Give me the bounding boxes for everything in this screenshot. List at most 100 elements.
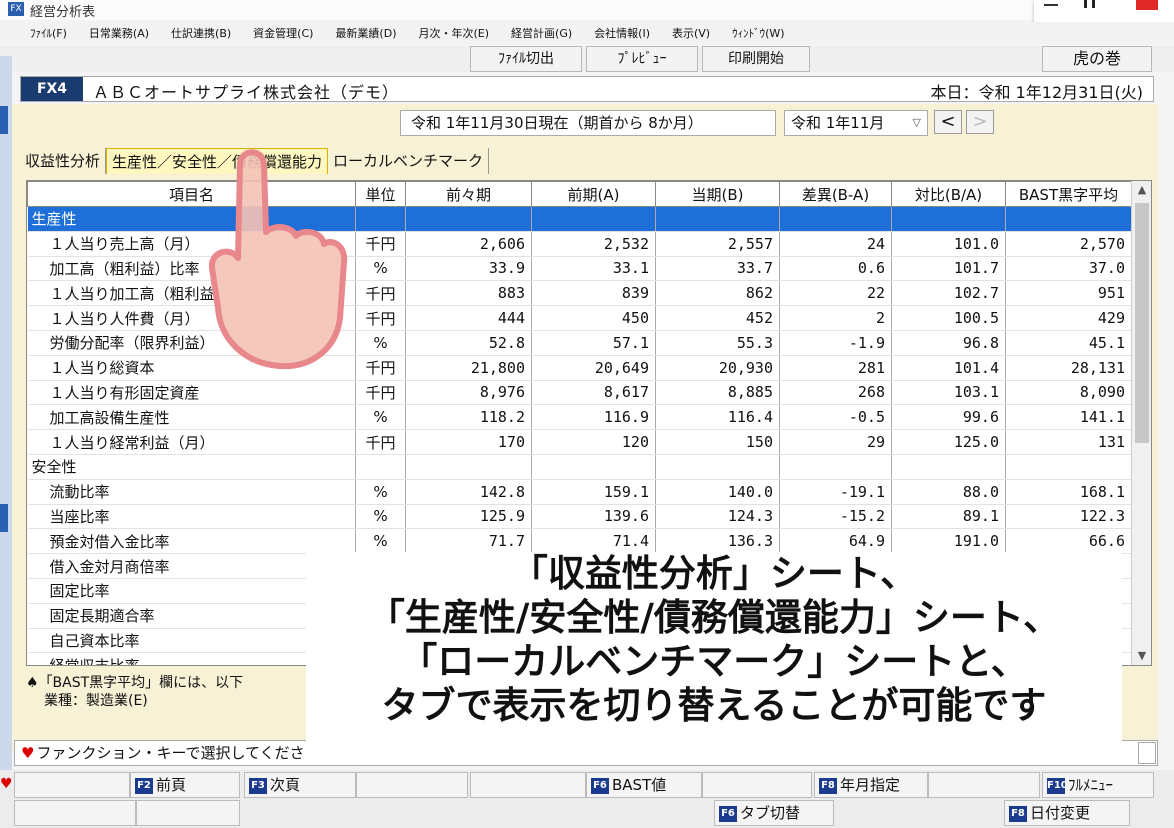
row-value: 37.0	[1005, 256, 1132, 282]
menu-item-3[interactable]: 資金管理(C)	[253, 25, 313, 41]
strip-marker	[0, 504, 8, 532]
row-name: 流動比率	[27, 479, 356, 505]
row-value: 103.1	[891, 380, 1006, 406]
column-header: 当期(B)	[655, 181, 780, 207]
table-row[interactable]: １人当り総資本 千円 21,800 20,649 20,930 281 101.4 28,13…	[27, 355, 1132, 381]
row-name: １人当り経常利益（月）	[27, 429, 356, 455]
table-row[interactable]: 加工高（粗利益）比率% 33.9 33.1 33.7 0.6 101.7 37.0	[27, 256, 1132, 282]
menu-item-4[interactable]: 最新業績(D)	[335, 25, 396, 41]
table-row[interactable]: １人当り人件費（月） 千円 444 450 452 2 100.5 429	[27, 305, 1132, 331]
table-row[interactable]: １人当り加工高（粗利益） 千円 883 839 862 22 102.7 951	[27, 280, 1132, 307]
scroll-down-icon[interactable]: ▼	[1132, 647, 1151, 665]
row-value: 150	[655, 429, 780, 455]
row-value: 99.6	[891, 404, 1006, 431]
f6-bast-button[interactable]: F6 BAST値	[586, 772, 702, 798]
row-unit: 千円	[355, 380, 406, 406]
left-strip	[0, 56, 12, 776]
row-name: 預金対借入金比率	[27, 528, 356, 555]
row-value: 89.1	[891, 504, 1006, 530]
table-row[interactable]: １人当り経常利益（月） 千円 170 120 150 29 125.0 131	[27, 429, 1132, 455]
row-value: 0.6	[779, 256, 892, 282]
vertical-scrollbar[interactable]: ▲ ▼	[1131, 181, 1151, 665]
close-icon[interactable]	[1136, 0, 1158, 10]
fkey-blank	[702, 772, 812, 798]
row-value: 88.0	[891, 479, 1006, 505]
preview-button[interactable]: ﾌﾟﾚﾋﾞｭｰ	[586, 46, 698, 72]
row-value: 116.9	[531, 404, 656, 431]
row-value: 124.3	[655, 504, 780, 530]
row-value: 71.7	[405, 528, 532, 555]
row-value	[891, 206, 1006, 232]
menu-item-7[interactable]: 会社情報(I)	[594, 25, 650, 41]
row-value: 21,800	[405, 355, 532, 381]
menu-item-1[interactable]: 日常業務(A)	[89, 25, 149, 41]
month-select-value: 令和 1年11月	[791, 114, 885, 132]
prev-month-button[interactable]: <	[934, 110, 962, 134]
month-select[interactable]: 令和 1年11月 ▽	[784, 110, 928, 136]
f10-badge: F10	[1047, 778, 1068, 794]
row-value: 2,570	[1005, 231, 1132, 257]
row-value: 22	[779, 280, 892, 307]
row-unit: 千円	[355, 231, 406, 257]
minimize-icon[interactable]	[1044, 4, 1058, 6]
row-value: 33.1	[531, 256, 656, 282]
f2-prev-page-button[interactable]: F2 前頁	[130, 772, 240, 798]
product-code-badge: FX4	[21, 77, 83, 101]
next-month-button[interactable]: >	[966, 110, 994, 134]
row-value	[891, 454, 1006, 480]
f3-label: 次頁	[270, 776, 301, 794]
row-value	[779, 206, 892, 232]
table-row[interactable]: 安全性	[27, 454, 1132, 480]
tiger-guide-button[interactable]: 虎の巻	[1042, 46, 1152, 72]
menu-item-8[interactable]: 表示(V)	[672, 25, 710, 41]
row-value: 159.1	[531, 479, 656, 505]
fkey-blank	[136, 800, 240, 826]
fkey-blank	[14, 800, 136, 826]
column-header: 対比(B/A)	[891, 181, 1006, 207]
row-unit	[355, 454, 406, 480]
table-row[interactable]: 労働分配率（限界利益）% 52.8 57.1 55.3 -1.9 96.8 45.1	[27, 330, 1132, 356]
scroll-up-icon[interactable]: ▲	[1132, 181, 1151, 199]
f10-full-menu-button[interactable]: F10ﾌﾙﾒﾆｭｰ	[1042, 772, 1154, 798]
table-row[interactable]: 預金対借入金比率% 71.7 71.4 136.3 64.9 191.0 66.6	[27, 528, 1132, 555]
f8-change-date-button[interactable]: F8 日付変更	[1004, 800, 1130, 826]
pause-icon-bar	[1092, 0, 1095, 8]
menu-item-9[interactable]: ｳｨﾝﾄﾞｳ(W)	[732, 25, 784, 41]
print-button[interactable]: 印刷開始	[702, 46, 810, 72]
f8-label: 年月指定	[840, 776, 901, 794]
pause-icon[interactable]	[1084, 0, 1087, 8]
menu-item-5[interactable]: 月次・年次(E)	[419, 25, 490, 41]
row-unit: 千円	[355, 305, 406, 331]
row-value: 20,930	[655, 355, 780, 381]
strip-marker	[0, 106, 8, 134]
row-value: 8,885	[655, 380, 780, 406]
menu-item-2[interactable]: 仕訳連携(B)	[171, 25, 231, 41]
fkey-blank	[356, 772, 468, 798]
app-icon: FX	[8, 2, 24, 16]
row-unit: 千円	[355, 280, 406, 307]
table-row[interactable]: 生産性	[27, 206, 1132, 232]
row-name: 安全性	[27, 454, 356, 480]
table-row[interactable]: １人当り売上高（月） 千円 2,606 2,532 2,557 24 101.0 2,570	[27, 231, 1132, 257]
row-value: 125.9	[405, 504, 532, 530]
tab-local-benchmark[interactable]: ローカルベンチマーク	[328, 148, 490, 174]
file-export-button[interactable]: ﾌｧｲﾙ切出	[470, 46, 582, 72]
table-row[interactable]: 当座比率% 125.9 139.6 124.3 -15.2 89.1 122.3	[27, 504, 1132, 530]
company-header: FX4 ＡＢＣオートサプライ株式会社（デモ） 本日：令和 1年12月31日(火)	[20, 76, 1154, 102]
menu-item-6[interactable]: 経営計画(G)	[511, 25, 572, 41]
f3-next-page-button[interactable]: F3 次頁	[244, 772, 356, 798]
tab-profitability[interactable]: 収益性分析	[20, 148, 107, 174]
table-row[interactable]: 流動比率% 142.8 159.1 140.0 -19.1 88.0 168.1	[27, 479, 1132, 505]
scroll-thumb[interactable]	[1135, 203, 1149, 443]
table-row[interactable]: １人当り有形固定資産 千円 8,976 8,617 8,885 268 103.1 8,090	[27, 380, 1132, 406]
row-value: 2,606	[405, 231, 532, 257]
row-unit	[355, 206, 406, 232]
row-value: 120	[531, 429, 656, 455]
row-value: 29	[779, 429, 892, 455]
f8b-badge: F8	[1009, 806, 1027, 822]
menu-item-0[interactable]: ﾌｧｲﾙ(F)	[30, 25, 67, 41]
table-row[interactable]: 加工高設備生産性% 118.2 116.9 116.4 -0.5 99.6 141.1	[27, 404, 1132, 431]
row-name: 当座比率	[27, 504, 356, 530]
f8-date-select-button[interactable]: F8 年月指定	[814, 772, 928, 798]
f6-tab-switch-button[interactable]: F6 タブ切替	[714, 800, 834, 826]
